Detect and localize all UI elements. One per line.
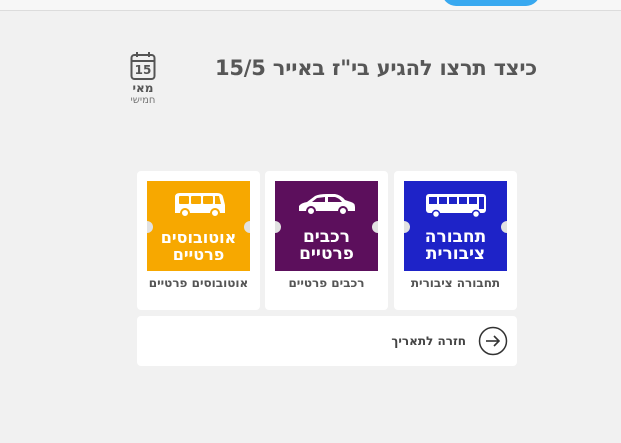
option-card-private-buses[interactable]: אוטובוסים פרטיים אוטובוסים פרטיים [137, 171, 260, 310]
bus-icon [426, 194, 486, 219]
date-indicator: 15 מאי חמישי [122, 51, 164, 107]
back-to-date-button[interactable]: חזרה לתאריך [137, 316, 517, 366]
option-card-private-cars[interactable]: רכבים פרטיים רכבים פרטיים [265, 171, 388, 310]
public-transport-image-line2: ציבורית [425, 244, 486, 264]
private-buses-label: אוטובוסים פרטיים [148, 276, 249, 290]
calendar-month: מאי [132, 81, 154, 95]
private-cars-image-line2: פרטיים [299, 244, 354, 264]
public-transport-label: תחבורה ציבורית [410, 276, 501, 290]
private-buses-image-line2: פרטיים [172, 245, 225, 264]
private-buses-image: אוטובוסים פרטיים [147, 181, 250, 271]
private-cars-image: רכבים פרטיים [275, 181, 378, 271]
option-card-public-transport[interactable]: תחבורה ציבורית תחבורה ציבורית [394, 171, 517, 310]
car-icon [299, 194, 355, 216]
calendar-weekday: חמישי [130, 95, 156, 106]
page-title: כיצד תרצו להגיע בי"ז באייר 15/5 [214, 56, 537, 80]
arrow-right-icon [478, 326, 508, 356]
public-transport-image: תחבורה ציבורית [404, 181, 507, 271]
top-action-button[interactable] [442, 0, 540, 6]
back-to-date-label: חזרה לתאריך [391, 334, 466, 348]
private-cars-label: רכבים פרטיים [288, 276, 365, 290]
top-bar [0, 0, 621, 11]
van-icon [175, 193, 225, 218]
calendar-day-number: 15 [134, 63, 152, 77]
private-buses-image-line1: אוטובוסים [160, 228, 237, 247]
